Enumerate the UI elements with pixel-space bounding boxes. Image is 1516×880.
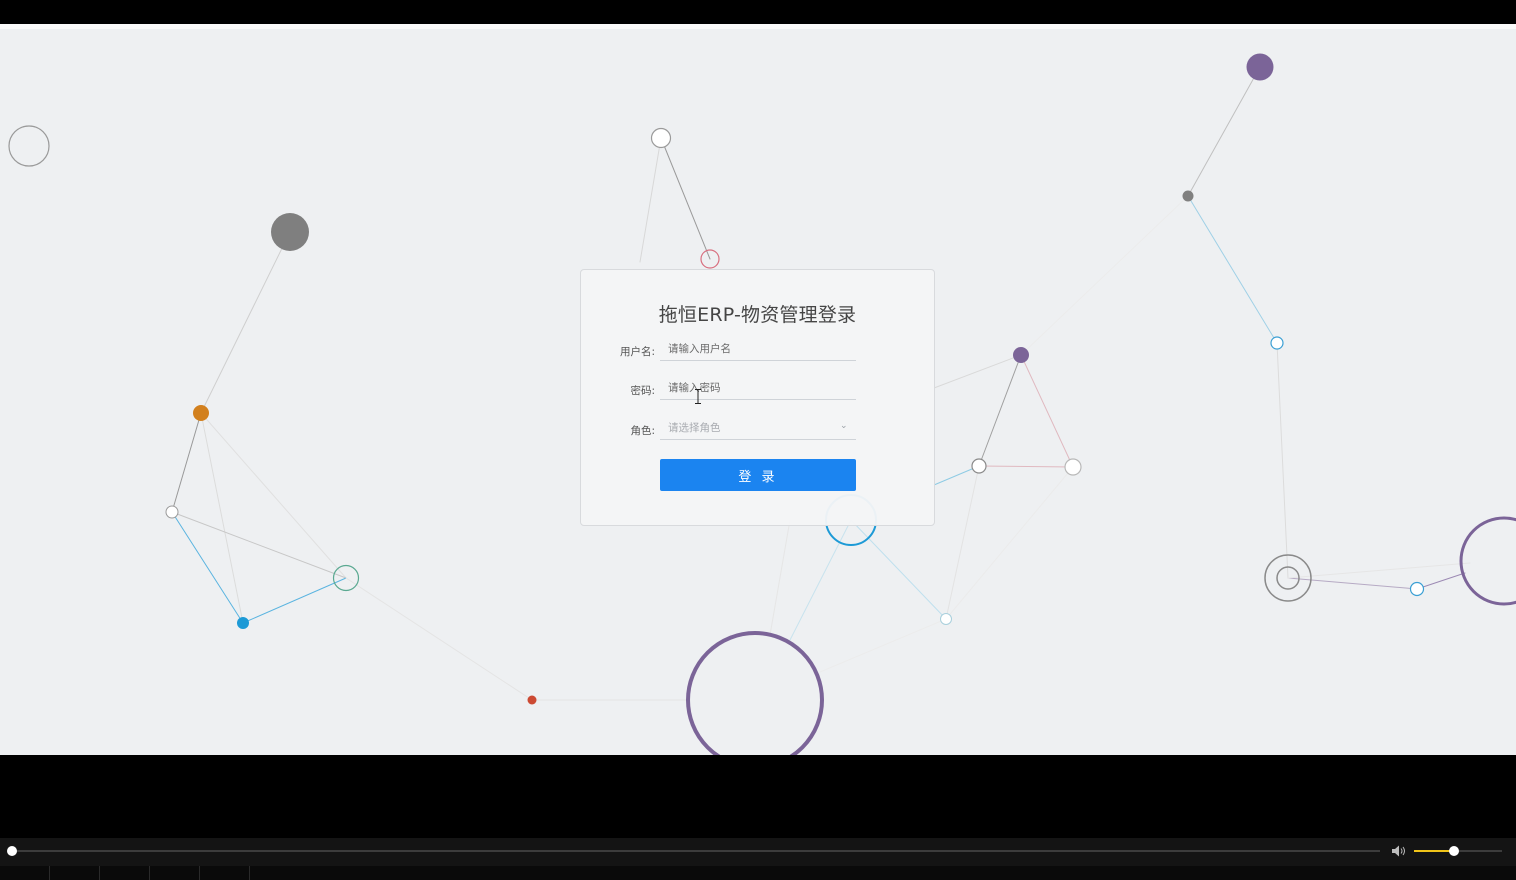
seek-thumb[interactable] [7, 846, 17, 856]
taskbar-slot[interactable] [100, 866, 150, 880]
volume-slider[interactable] [1414, 846, 1502, 856]
login-button[interactable]: 登 录 [660, 459, 856, 491]
taskbar-strip [0, 866, 1516, 880]
role-label: 角色: [630, 425, 655, 437]
password-input[interactable] [660, 376, 856, 400]
volume-icon[interactable] [1391, 844, 1407, 858]
role-row: 角色: 请选择角色 ⌄ [581, 416, 934, 446]
login-title: 拖恒ERP-物资管理登录 [658, 304, 857, 326]
volume-level-fill [1414, 850, 1454, 852]
chevron-down-icon: ⌄ [840, 421, 848, 431]
taskbar-slot[interactable] [150, 866, 200, 880]
username-row: 用户名: [581, 337, 934, 367]
seek-bar[interactable] [12, 850, 1380, 852]
web-page-viewport: 拖恒ERP-物资管理登录 用户名: 密码: 角色: 请选择角色 ⌄ 登 录 [0, 24, 1516, 755]
role-select[interactable]: 请选择角色 ⌄ [660, 416, 856, 440]
taskbar-slot[interactable] [50, 866, 100, 880]
password-row: 密码: [581, 376, 934, 406]
username-label: 用户名: [619, 346, 655, 358]
login-panel: 拖恒ERP-物资管理登录 用户名: 密码: 角色: 请选择角色 ⌄ 登 录 [580, 269, 935, 526]
top-black-bar [0, 0, 1516, 24]
role-select-placeholder: 请选择角色 [668, 422, 721, 434]
volume-thumb[interactable] [1448, 846, 1459, 856]
text-cursor-icon [695, 389, 701, 404]
password-label: 密码: [630, 385, 655, 397]
taskbar-slot[interactable] [200, 866, 250, 880]
username-input[interactable] [660, 337, 856, 361]
taskbar-slot[interactable] [0, 866, 50, 880]
